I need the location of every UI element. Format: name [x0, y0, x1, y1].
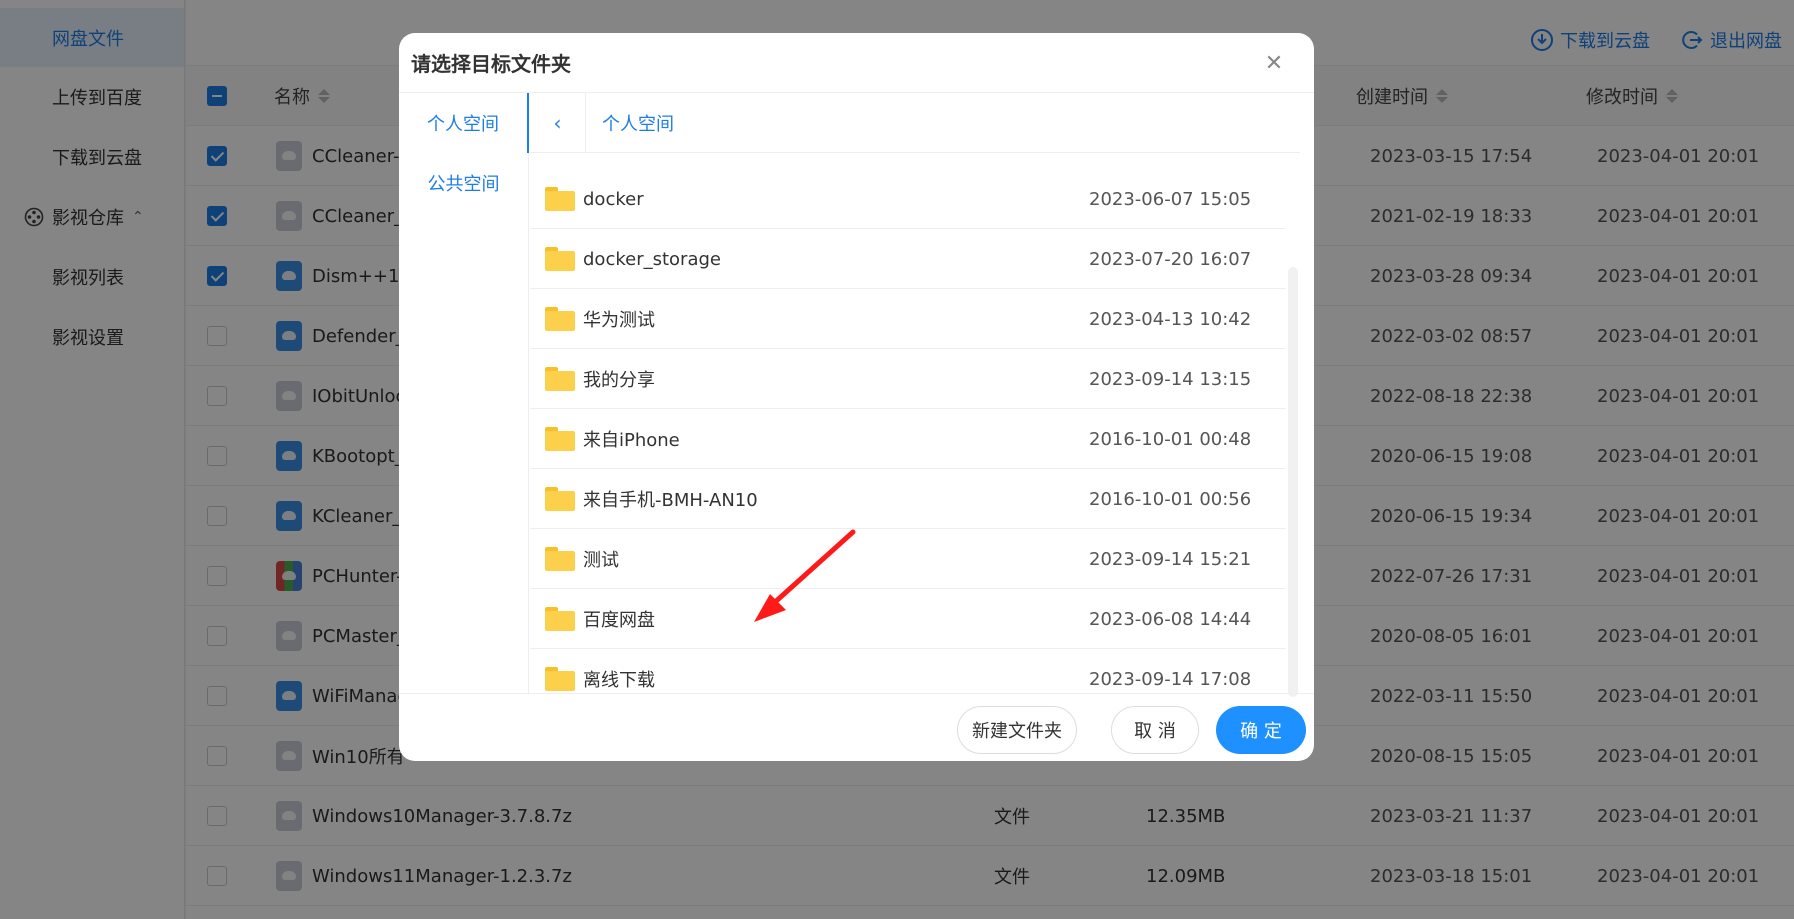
folder-row[interactable]: docker_storage 2023-07-20 16:07: [530, 229, 1286, 289]
select-folder-dialog: 请选择目标文件夹 ✕ 个人空间 公共空间 ‹ 个人空间 docker 2023-0…: [399, 33, 1314, 761]
folder-date: 2023-07-20 16:07: [1089, 248, 1252, 270]
folder-name: 百度网盘: [583, 610, 655, 631]
folder-row[interactable]: 华为测试 2023-04-13 10:42: [530, 289, 1286, 349]
folder-date: 2016-10-01 00:56: [1089, 488, 1252, 510]
folder-name: 华为测试: [583, 310, 655, 331]
folder-date: 2023-09-14 13:15: [1089, 368, 1252, 390]
folder-list: docker 2023-06-07 15:05 docker_storage 2023…: [530, 153, 1300, 693]
folder-date: 2023-09-14 15:21: [1089, 548, 1252, 570]
folder-name: 测试: [583, 550, 619, 571]
folder-name: 来自iPhone: [583, 430, 680, 451]
breadcrumb-current[interactable]: 个人空间: [586, 110, 674, 136]
folder-name-cell[interactable]: docker_storage: [545, 229, 721, 289]
folder-name-cell[interactable]: 测试: [545, 529, 619, 589]
tab-public-space[interactable]: 公共空间: [399, 153, 528, 213]
folder-name: 我的分享: [583, 370, 655, 391]
folder-browser: ‹ 个人空间 docker 2023-06-07 15:05 docker_stor…: [530, 92, 1314, 697]
folder-name: docker_storage: [583, 248, 721, 270]
folder-icon: [545, 427, 575, 451]
folder-date: 2023-04-13 10:42: [1089, 308, 1252, 330]
folder-name: docker: [583, 188, 644, 210]
folder-icon: [545, 547, 575, 571]
folder-icon: [545, 667, 575, 691]
folder-icon: [545, 367, 575, 391]
folder-list-scrollbar[interactable]: [1288, 267, 1298, 697]
folder-name-cell[interactable]: docker: [545, 169, 644, 229]
folder-icon: [545, 187, 575, 211]
dialog-footer: 新建文件夹 取 消 确 定: [399, 693, 1314, 761]
folder-row[interactable]: 我的分享 2023-09-14 13:15: [530, 349, 1286, 409]
tab-label: 个人空间: [427, 114, 499, 135]
folder-name-cell[interactable]: 华为测试: [545, 289, 655, 349]
folder-name: 离线下载: [583, 670, 655, 691]
folder-name: 来自手机-BMH-AN10: [583, 490, 758, 511]
folder-row[interactable]: 来自手机-BMH-AN10 2016-10-01 00:56: [530, 469, 1286, 529]
folder-icon: [545, 607, 575, 631]
breadcrumb: ‹ 个人空间: [530, 92, 1300, 153]
folder-row[interactable]: docker 2023-06-07 15:05: [530, 169, 1286, 229]
folder-icon: [545, 247, 575, 271]
folder-row[interactable]: 百度网盘 2023-06-08 14:44: [530, 589, 1286, 649]
folder-row[interactable]: 离线下载 2023-09-14 17:08: [530, 649, 1286, 693]
folder-name-cell[interactable]: 来自手机-BMH-AN10: [545, 469, 758, 529]
cancel-button[interactable]: 取 消: [1111, 706, 1199, 754]
folder-row[interactable]: 来自iPhone 2016-10-01 00:48: [530, 409, 1286, 469]
folder-date: 2016-10-01 00:48: [1089, 428, 1252, 450]
tab-personal-space[interactable]: 个人空间: [399, 93, 529, 153]
folder-icon: [545, 487, 575, 511]
tab-label: 公共空间: [427, 174, 500, 195]
folder-name-cell[interactable]: 我的分享: [545, 349, 655, 409]
folder-row[interactable]: 测试 2023-09-14 15:21: [530, 529, 1286, 589]
space-tabs: 个人空间 公共空间: [399, 93, 529, 693]
close-icon[interactable]: ✕: [1262, 51, 1286, 76]
dialog-header: 请选择目标文件夹 ✕: [399, 33, 1314, 93]
folder-icon: [545, 307, 575, 331]
folder-name-cell[interactable]: 百度网盘: [545, 589, 655, 649]
folder-name-cell[interactable]: 离线下载: [545, 649, 655, 693]
new-folder-button[interactable]: 新建文件夹: [957, 706, 1077, 754]
dialog-title: 请选择目标文件夹: [411, 52, 571, 76]
folder-date: 2023-06-07 15:05: [1089, 188, 1252, 210]
folder-date: 2023-09-14 17:08: [1089, 668, 1252, 690]
folder-date: 2023-06-08 14:44: [1089, 608, 1252, 630]
folder-name-cell[interactable]: 来自iPhone: [545, 409, 680, 469]
back-chevron-icon[interactable]: ‹: [530, 92, 586, 153]
confirm-button[interactable]: 确 定: [1216, 706, 1306, 754]
